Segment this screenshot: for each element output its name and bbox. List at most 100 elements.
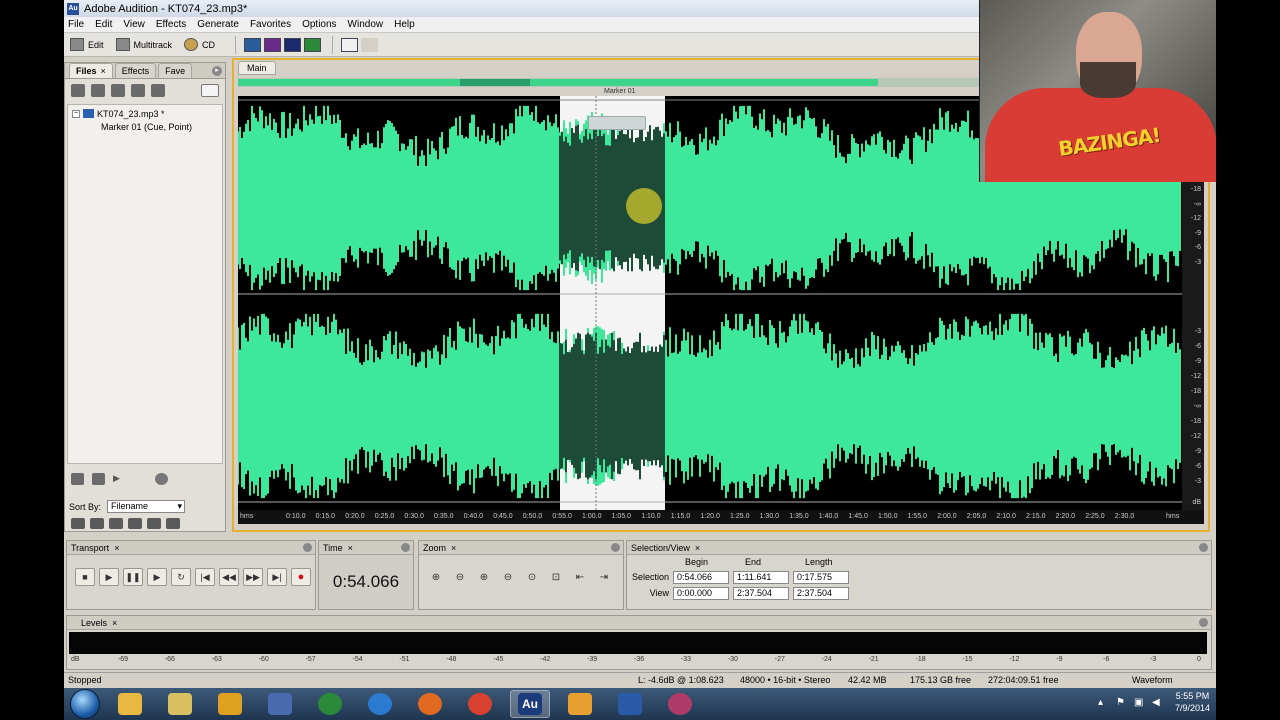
list-item[interactable]: Marker 01 (Cue, Point) bbox=[72, 120, 218, 133]
loop-button[interactable]: ↻ bbox=[171, 568, 191, 586]
go-to-start-button[interactable]: |◀ bbox=[195, 568, 215, 586]
menu-help[interactable]: Help bbox=[394, 19, 415, 30]
start-button[interactable] bbox=[70, 689, 100, 719]
insert-icon[interactable] bbox=[131, 83, 145, 97]
fast-forward-button[interactable]: ▶▶ bbox=[243, 568, 263, 586]
view-end-field[interactable]: 2:37.504 bbox=[733, 586, 789, 600]
panel-menu-icon[interactable] bbox=[1199, 618, 1208, 627]
taskbar-app-1[interactable] bbox=[160, 690, 200, 718]
filter-audio-icon[interactable] bbox=[71, 518, 85, 529]
panel-menu-icon[interactable] bbox=[1199, 543, 1208, 552]
stop-button[interactable]: ■ bbox=[75, 568, 95, 586]
filter-other-icon[interactable] bbox=[166, 518, 180, 529]
open-file-icon[interactable] bbox=[71, 83, 85, 97]
view-length-field[interactable]: 2:37.504 bbox=[793, 586, 849, 600]
rewind-button[interactable]: ◀◀ bbox=[219, 568, 239, 586]
waveform-view-icon[interactable] bbox=[244, 37, 262, 52]
pause-button[interactable]: ❚❚ bbox=[123, 568, 143, 586]
panel-menu-icon[interactable] bbox=[401, 543, 410, 552]
taskbar-app-5[interactable] bbox=[560, 690, 600, 718]
loop-icon[interactable] bbox=[92, 473, 105, 485]
close-icon[interactable]: × bbox=[695, 543, 700, 553]
pan-view-icon[interactable] bbox=[284, 37, 302, 52]
marquee-tool-icon[interactable] bbox=[361, 37, 379, 52]
edit-view-button[interactable]: Edit bbox=[70, 38, 104, 51]
time-ruler[interactable]: hms 0:10.0 0:15.0 0:20.0 0:25.0 0:30.0 0:35.0 0… bbox=[238, 510, 1204, 524]
tab-main[interactable]: Main bbox=[238, 61, 276, 75]
overview-thumb[interactable] bbox=[460, 79, 530, 86]
close-icon[interactable]: × bbox=[112, 618, 117, 628]
system-clock[interactable]: 5:55 PM 7/9/2014 bbox=[1175, 690, 1210, 714]
panel-menu-icon[interactable]: ▸ bbox=[212, 66, 222, 76]
marker-label[interactable]: Marker 01 bbox=[604, 88, 636, 95]
taskbar-app-3[interactable] bbox=[260, 690, 300, 718]
menu-favorites[interactable]: Favorites bbox=[250, 19, 291, 30]
taskbar-chrome[interactable] bbox=[460, 690, 500, 718]
tab-effects[interactable]: Effects bbox=[114, 63, 157, 78]
menu-view[interactable]: View bbox=[123, 19, 145, 30]
play-preview-icon[interactable]: ▶ bbox=[113, 473, 126, 485]
selection-end-field[interactable]: 1:11.641 bbox=[733, 570, 789, 584]
panel-menu-icon[interactable] bbox=[303, 543, 312, 552]
close-icon[interactable]: × bbox=[101, 66, 106, 76]
view-begin-field[interactable]: 0:00.000 bbox=[673, 586, 729, 600]
volume-icon[interactable] bbox=[134, 473, 147, 485]
flag-icon[interactable]: ⚑ bbox=[1116, 697, 1127, 708]
network-icon[interactable]: ▣ bbox=[1134, 697, 1145, 708]
taskbar-app-6[interactable] bbox=[660, 690, 700, 718]
waveform-channel-2[interactable] bbox=[238, 313, 1181, 499]
cd-view-button[interactable]: CD bbox=[184, 38, 215, 51]
zoom-out-full-icon[interactable]: ⊙ bbox=[523, 568, 541, 586]
taskbar-app-4[interactable] bbox=[310, 690, 350, 718]
go-to-end-button[interactable]: ▶| bbox=[267, 568, 287, 586]
taskbar-firefox[interactable] bbox=[410, 690, 450, 718]
close-icon[interactable]: × bbox=[114, 543, 119, 553]
list-item[interactable]: − KT074_23.mp3 * bbox=[72, 107, 218, 120]
volume-icon[interactable]: ◀ bbox=[1152, 697, 1163, 708]
selected-waveform-channel-2[interactable] bbox=[559, 332, 665, 480]
collapse-icon[interactable]: − bbox=[72, 109, 80, 118]
zoom-out-icon[interactable]: ⊖ bbox=[499, 568, 517, 586]
phase-view-icon[interactable] bbox=[304, 37, 322, 52]
taskbar-audition[interactable]: Au bbox=[510, 690, 550, 718]
taskbar-explorer[interactable] bbox=[110, 690, 150, 718]
tray-expand-icon[interactable]: ▴ bbox=[1098, 697, 1109, 708]
menu-file[interactable]: File bbox=[68, 19, 84, 30]
taskbar-word[interactable] bbox=[610, 690, 650, 718]
selection-begin-field[interactable]: 0:54.066 bbox=[673, 570, 729, 584]
filter-video-icon[interactable] bbox=[128, 518, 142, 529]
filter-marker-icon[interactable] bbox=[147, 518, 161, 529]
multitrack-view-button[interactable]: Multitrack bbox=[115, 38, 172, 51]
menu-window[interactable]: Window bbox=[348, 19, 384, 30]
overview-range[interactable] bbox=[238, 79, 878, 86]
taskbar-app-2[interactable] bbox=[210, 690, 250, 718]
taskbar-ie[interactable] bbox=[360, 690, 400, 718]
filter-midi-icon[interactable] bbox=[109, 518, 123, 529]
panel-menu-icon[interactable] bbox=[611, 543, 620, 552]
menu-edit[interactable]: Edit bbox=[95, 19, 112, 30]
zoom-in-amplitude-icon[interactable]: ⊕ bbox=[427, 568, 445, 586]
volume-knob-icon[interactable] bbox=[155, 473, 168, 485]
selection-length-field[interactable]: 0:17.575 bbox=[793, 570, 849, 584]
hud-volume-control[interactable] bbox=[588, 116, 646, 130]
zoom-out-amplitude-icon[interactable]: ⊖ bbox=[451, 568, 469, 586]
close-icon[interactable]: × bbox=[348, 543, 353, 553]
spectral-view-icon[interactable] bbox=[264, 37, 282, 52]
import-icon[interactable] bbox=[111, 83, 125, 97]
edit-file-icon[interactable] bbox=[151, 83, 165, 97]
tab-files[interactable]: Files × bbox=[69, 63, 113, 78]
menu-options[interactable]: Options bbox=[302, 19, 336, 30]
close-icon[interactable]: × bbox=[451, 543, 456, 553]
zoom-right-edge-icon[interactable]: ⇥ bbox=[595, 568, 613, 586]
play-button[interactable]: ▶ bbox=[99, 568, 119, 586]
close-file-icon[interactable] bbox=[91, 83, 105, 97]
menu-generate[interactable]: Generate bbox=[197, 19, 239, 30]
sort-by-select[interactable]: Filename bbox=[107, 500, 186, 513]
file-filter-icon[interactable] bbox=[201, 83, 219, 97]
play-to-end-button[interactable]: ▶ bbox=[147, 568, 167, 586]
auto-play-icon[interactable] bbox=[71, 473, 84, 485]
menu-effects[interactable]: Effects bbox=[156, 19, 186, 30]
record-button[interactable]: ● bbox=[291, 568, 311, 586]
zoom-selection-icon[interactable]: ⊡ bbox=[547, 568, 565, 586]
time-selection-tool-icon[interactable] bbox=[341, 37, 359, 52]
